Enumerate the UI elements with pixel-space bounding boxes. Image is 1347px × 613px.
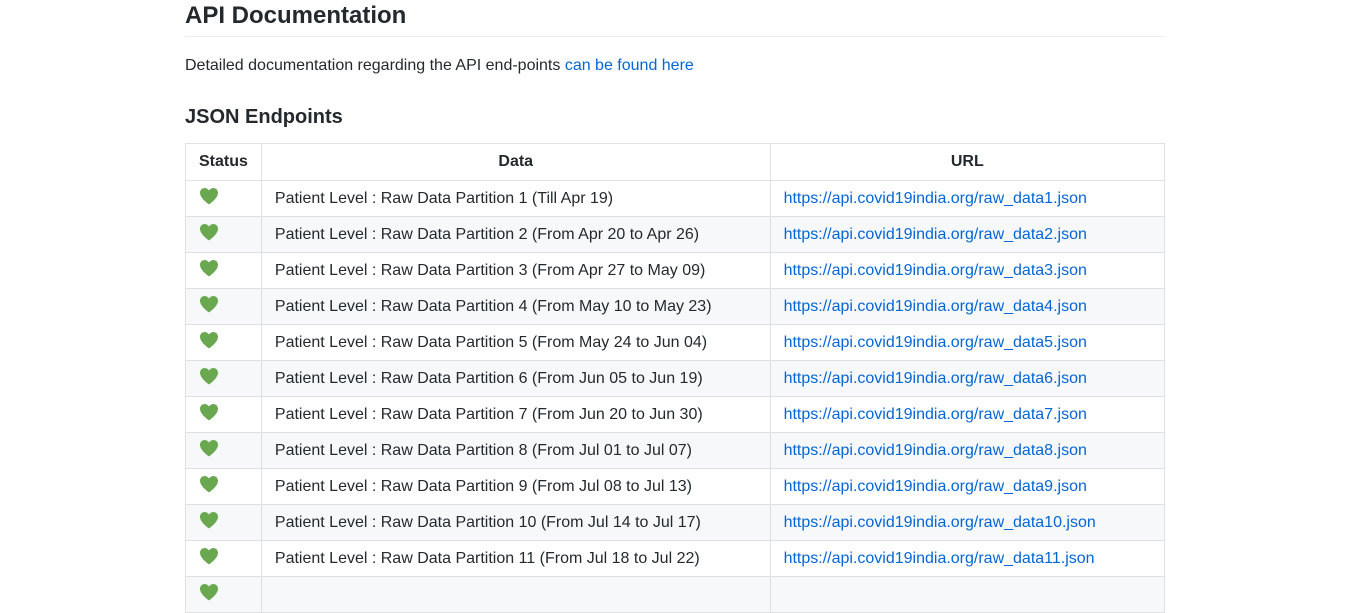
table-row: Patient Level : Raw Data Partition 6 (Fr… [185, 360, 1166, 397]
status-cell [185, 432, 262, 469]
table-body: Patient Level : Raw Data Partition 1 (Ti… [185, 180, 1166, 613]
green-heart-icon [199, 547, 219, 565]
endpoint-link[interactable]: https://api.covid19india.org/raw_data8.j… [784, 442, 1087, 459]
green-heart-icon [199, 367, 219, 385]
endpoint-link[interactable]: https://api.covid19india.org/raw_data4.j… [784, 298, 1087, 315]
endpoints-table: Status Data URL Patient Level : Raw Data… [185, 143, 1166, 613]
data-cell: Patient Level : Raw Data Partition 8 (Fr… [260, 432, 771, 469]
url-cell: https://api.covid19india.org/raw_data4.j… [769, 288, 1166, 325]
header-url: URL [769, 143, 1166, 181]
status-cell [185, 468, 262, 505]
url-cell: https://api.covid19india.org/raw_data8.j… [769, 432, 1166, 469]
status-cell [185, 180, 262, 217]
table-row: Patient Level : Raw Data Partition 8 (Fr… [185, 432, 1166, 469]
status-cell [185, 504, 262, 541]
table-row: Patient Level : Raw Data Partition 7 (Fr… [185, 396, 1166, 433]
green-heart-icon [199, 439, 219, 457]
table-row: Patient Level : Raw Data Partition 1 (Ti… [185, 180, 1166, 217]
url-cell: https://api.covid19india.org/raw_data11.… [769, 540, 1166, 577]
table-row [185, 576, 1166, 613]
endpoint-link[interactable]: https://api.covid19india.org/raw_data5.j… [784, 334, 1087, 351]
endpoint-link[interactable]: https://api.covid19india.org/raw_data7.j… [784, 406, 1087, 423]
url-cell: https://api.covid19india.org/raw_data10.… [769, 504, 1166, 541]
data-cell: Patient Level : Raw Data Partition 7 (Fr… [260, 396, 771, 433]
url-cell: https://api.covid19india.org/raw_data2.j… [769, 216, 1166, 253]
status-cell [185, 288, 262, 325]
section-title: JSON Endpoints [185, 106, 343, 128]
page-title: API Documentation [185, 0, 1165, 37]
data-cell: Patient Level : Raw Data Partition 9 (Fr… [260, 468, 771, 505]
green-heart-icon [199, 511, 219, 529]
status-cell [185, 396, 262, 433]
url-cell: https://api.covid19india.org/raw_data1.j… [769, 180, 1166, 217]
url-cell: https://api.covid19india.org/raw_data6.j… [769, 360, 1166, 397]
endpoint-link[interactable]: https://api.covid19india.org/raw_data1.j… [784, 190, 1087, 207]
endpoint-link[interactable]: https://api.covid19india.org/raw_data9.j… [784, 478, 1087, 495]
green-heart-icon [199, 187, 219, 205]
data-cell: Patient Level : Raw Data Partition 1 (Ti… [260, 180, 771, 217]
data-cell: Patient Level : Raw Data Partition 4 (Fr… [260, 288, 771, 325]
data-cell: Patient Level : Raw Data Partition 10 (F… [260, 504, 771, 541]
url-cell: https://api.covid19india.org/raw_data5.j… [769, 324, 1166, 361]
endpoint-link[interactable]: https://api.covid19india.org/raw_data6.j… [784, 370, 1087, 387]
api-description: Detailed documentation regarding the API… [185, 55, 1165, 77]
data-cell: Patient Level : Raw Data Partition 5 (Fr… [260, 324, 771, 361]
endpoint-link[interactable]: https://api.covid19india.org/raw_data10.… [784, 514, 1096, 531]
green-heart-icon [199, 403, 219, 421]
status-cell [185, 252, 262, 289]
header-data: Data [260, 143, 771, 181]
table-header-row: Status Data URL [185, 143, 1166, 181]
description-text: Detailed documentation regarding the API… [185, 57, 565, 74]
main-content: API Documentation Detailed documentation… [185, 0, 1166, 613]
data-cell: Patient Level : Raw Data Partition 2 (Fr… [260, 216, 771, 253]
table-row: Patient Level : Raw Data Partition 9 (Fr… [185, 468, 1166, 505]
table-row: Patient Level : Raw Data Partition 3 (Fr… [185, 252, 1166, 289]
status-cell [185, 216, 262, 253]
status-cell [185, 540, 262, 577]
green-heart-icon [199, 223, 219, 241]
data-cell: Patient Level : Raw Data Partition 11 (F… [260, 540, 771, 577]
green-heart-icon [199, 295, 219, 313]
table-row: Patient Level : Raw Data Partition 2 (Fr… [185, 216, 1166, 253]
green-heart-icon [199, 259, 219, 277]
url-cell: https://api.covid19india.org/raw_data7.j… [769, 396, 1166, 433]
table-row: Patient Level : Raw Data Partition 10 (F… [185, 504, 1166, 541]
status-cell [185, 360, 262, 397]
url-cell: https://api.covid19india.org/raw_data9.j… [769, 468, 1166, 505]
header-status: Status [185, 143, 262, 181]
endpoint-link[interactable]: https://api.covid19india.org/raw_data3.j… [784, 262, 1087, 279]
url-cell: https://api.covid19india.org/raw_data3.j… [769, 252, 1166, 289]
documentation-link[interactable]: can be found here [565, 57, 694, 74]
endpoint-link[interactable]: https://api.covid19india.org/raw_data2.j… [784, 226, 1087, 243]
endpoint-link[interactable]: https://api.covid19india.org/raw_data11.… [784, 550, 1095, 567]
table-row: Patient Level : Raw Data Partition 11 (F… [185, 540, 1166, 577]
data-cell: Patient Level : Raw Data Partition 6 (Fr… [260, 360, 771, 397]
data-cell [260, 576, 771, 613]
url-cell [769, 576, 1166, 613]
green-heart-icon [199, 583, 219, 601]
table-row: Patient Level : Raw Data Partition 5 (Fr… [185, 324, 1166, 361]
data-cell: Patient Level : Raw Data Partition 3 (Fr… [260, 252, 771, 289]
status-cell [185, 324, 262, 361]
status-cell [185, 576, 262, 613]
green-heart-icon [199, 331, 219, 349]
green-heart-icon [199, 475, 219, 493]
table-row: Patient Level : Raw Data Partition 4 (Fr… [185, 288, 1166, 325]
